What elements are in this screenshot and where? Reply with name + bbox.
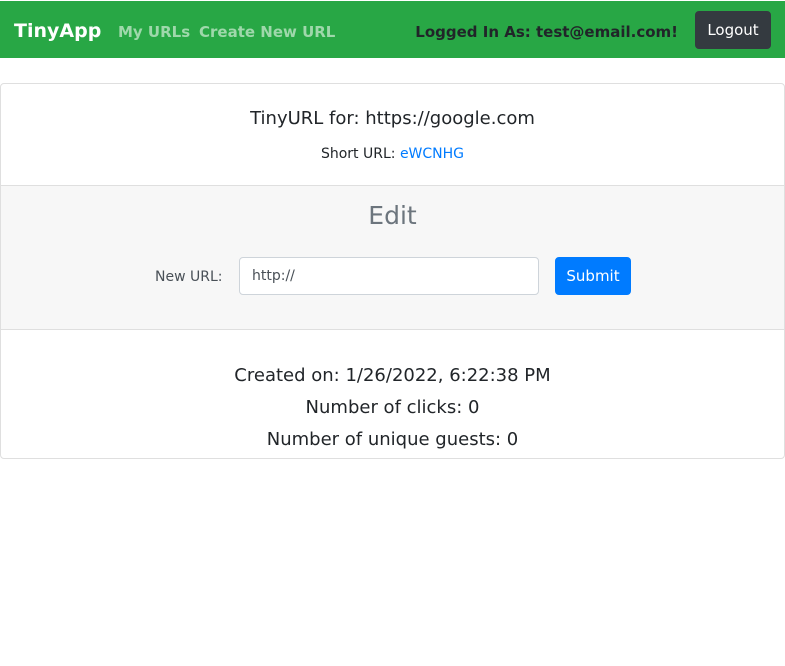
url-info-section: TinyURL for: https://google.com Short UR… xyxy=(1,84,784,185)
url-detail-card: TinyURL for: https://google.com Short UR… xyxy=(0,83,785,459)
new-url-label: New URL: xyxy=(155,269,223,285)
number-of-clicks-text: Number of clicks: 0 xyxy=(305,397,480,418)
submit-button[interactable]: Submit xyxy=(555,257,631,295)
edit-heading: Edit xyxy=(368,201,417,230)
short-url-label: Short URL: xyxy=(320,146,400,162)
navbar: TinyApp My URLs Create New URL Logged In… xyxy=(0,1,785,58)
unique-guests-text: Number of unique guests: 0 xyxy=(266,429,519,450)
nav-link-my-urls[interactable]: My URLs xyxy=(118,22,190,42)
edit-section: Edit New URL: Submit xyxy=(1,185,784,330)
logged-in-user-text: Logged In As: test@email.com! xyxy=(415,23,678,41)
short-url-link[interactable]: eWCNHG xyxy=(400,146,464,162)
tinyurl-title: TinyURL for: https://google.com xyxy=(250,108,535,129)
created-on-text: Created on: 1/26/2022, 6:22:38 PM xyxy=(234,365,551,386)
nav-link-create-new-url[interactable]: Create New URL xyxy=(199,22,335,42)
short-url-line: Short URL: eWCNHG xyxy=(1,144,784,164)
brand-logo[interactable]: TinyApp xyxy=(14,19,101,43)
new-url-input[interactable] xyxy=(239,257,539,295)
stats-section: Created on: 1/26/2022, 6:22:38 PM Number… xyxy=(1,330,784,458)
logout-button[interactable]: Logout xyxy=(695,11,771,49)
